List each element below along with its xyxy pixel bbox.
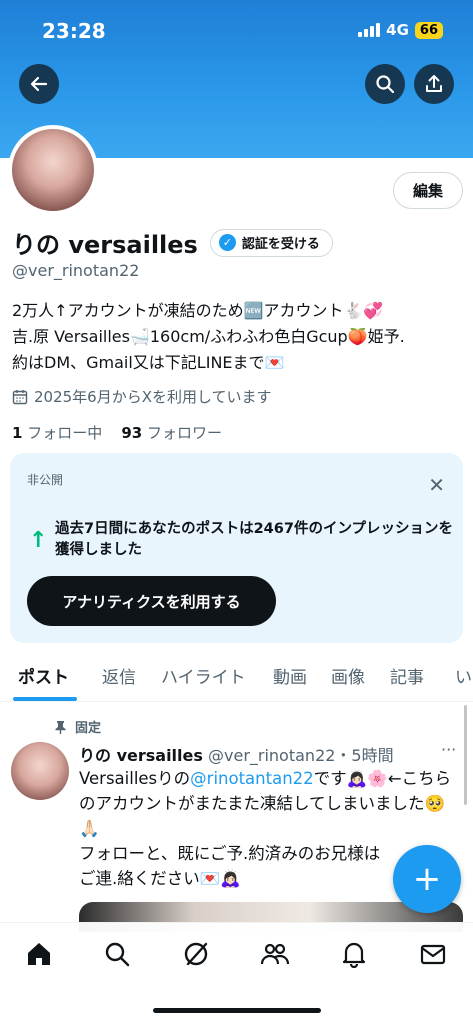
messages-icon[interactable] xyxy=(418,939,448,969)
profile-display-name: りの versailles xyxy=(12,231,198,259)
post-author-name[interactable]: りの versailles xyxy=(79,746,203,765)
post-author-avatar[interactable] xyxy=(11,742,69,800)
communities-icon[interactable] xyxy=(260,939,290,969)
notifications-icon[interactable] xyxy=(339,939,369,969)
tab-photos[interactable]: 画像 xyxy=(331,663,365,688)
private-label: 非公開 xyxy=(27,473,64,487)
analytics-message: 過去7日間にあなたのポストは2467件のインプレッションを獲得しました xyxy=(55,521,454,558)
tab-posts[interactable]: ポスト xyxy=(18,663,69,688)
tab-highlights[interactable]: ハイライト xyxy=(161,663,246,688)
analytics-card: 非公開 ✕ ↑ 過去7日間にあなたのポストは2467件のインプレッションを獲得し… xyxy=(10,453,463,643)
following-link[interactable]: 1 フォロー中 xyxy=(12,424,102,442)
use-analytics-button[interactable]: アナリティクスを利用する xyxy=(27,576,276,626)
back-button[interactable] xyxy=(19,64,59,104)
profile-handle: @ver_rinotan22 xyxy=(12,261,140,280)
bio-line: 2万人↑アカウントが凍結のため🆕アカウント🐇💞 xyxy=(12,301,384,320)
bio-line: 吉.原 Versailles🛁160cm/ふわふわ色白Gcup🍑姫予. xyxy=(12,327,405,346)
tab-replies[interactable]: 返信 xyxy=(102,663,136,688)
follow-stats: 1 フォロー中 93 フォロワー xyxy=(12,422,222,443)
edit-profile-button[interactable]: 編集 xyxy=(393,172,463,209)
compose-post-button[interactable]: + xyxy=(393,845,461,913)
calendar-icon xyxy=(12,389,28,404)
grok-icon[interactable] xyxy=(181,939,211,969)
post-handle-time: @ver_rinotan22・5時間 xyxy=(208,746,394,765)
search-icon xyxy=(376,75,395,94)
pinned-indicator: 固定 xyxy=(54,717,101,736)
home-indicator xyxy=(153,1008,321,1013)
post-header: りの versailles @ver_rinotan22・5時間 xyxy=(79,742,394,766)
verified-badge-icon: ✓ xyxy=(218,234,236,251)
status-time: 23:28 xyxy=(42,19,106,43)
joined-date-text: 2025年6月からXを利用しています xyxy=(34,388,272,406)
home-icon[interactable] xyxy=(24,939,54,969)
profile-name-row: りの versailles ✓ 認証を受ける xyxy=(12,225,333,260)
get-verified-button[interactable]: ✓ 認証を受ける xyxy=(209,228,333,257)
mention-link[interactable]: @rinotantan22 xyxy=(190,769,314,788)
active-tab-indicator xyxy=(13,697,77,701)
status-indicators: 4G 66 xyxy=(358,21,443,39)
following-label: フォロー中 xyxy=(27,424,103,442)
share-button[interactable] xyxy=(414,64,454,104)
bio-line: 約はDM、Gmail又は下記LINEまで💌 xyxy=(12,353,285,372)
battery-level: 66 xyxy=(414,21,443,39)
profile-bio: 2万人↑アカウントが凍結のため🆕アカウント🐇💞 吉.原 Versailles🛁1… xyxy=(12,298,464,376)
search-button[interactable] xyxy=(365,64,405,104)
profile-tabs: ポスト 返信 ハイライト 動画 画像 記事 い xyxy=(0,655,473,702)
scrollbar[interactable] xyxy=(464,705,467,805)
followers-label: フォロワー xyxy=(146,424,222,442)
back-arrow-icon xyxy=(30,76,48,92)
network-type: 4G xyxy=(386,21,409,39)
post-text-segment: Versaillesりの xyxy=(79,769,191,788)
signal-icon xyxy=(358,23,381,37)
tab-videos[interactable]: 動画 xyxy=(273,663,307,688)
followers-count: 93 xyxy=(121,424,143,442)
tab-articles[interactable]: 記事 xyxy=(390,663,424,688)
joined-date: 2025年6月からXを利用しています xyxy=(12,386,272,407)
tab-likes[interactable]: い xyxy=(455,663,472,688)
pin-icon xyxy=(55,720,66,734)
following-count: 1 xyxy=(12,424,23,442)
followers-link[interactable]: 93 フォロワー xyxy=(121,424,222,442)
get-verified-label: 認証を受ける xyxy=(241,237,320,252)
close-icon[interactable]: ✕ xyxy=(428,473,445,497)
share-icon xyxy=(426,75,442,92)
more-options-icon[interactable]: ··· xyxy=(441,740,456,759)
search-icon[interactable] xyxy=(102,939,132,969)
post-text-line: Versaillesりの@rinotantan22です🙇🏻‍♀️🌸←こちらのアカ… xyxy=(79,766,463,841)
profile-avatar[interactable] xyxy=(8,125,98,215)
arrow-up-icon: ↑ xyxy=(29,528,48,553)
pinned-label: 固定 xyxy=(75,721,102,736)
